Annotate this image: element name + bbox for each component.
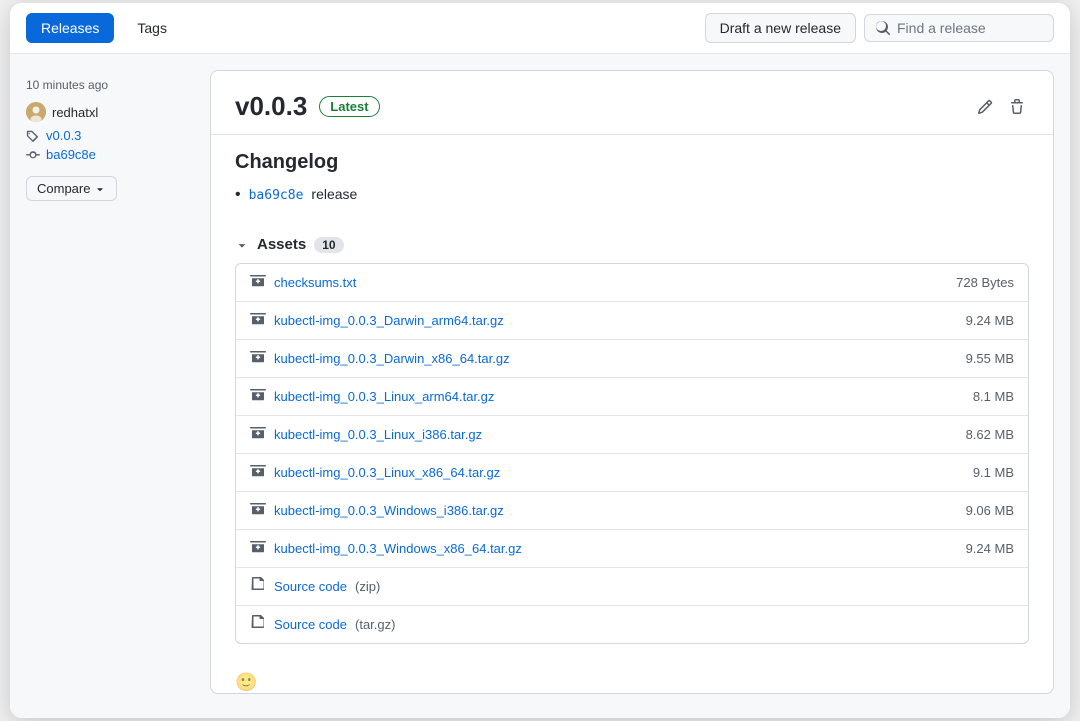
asset-row: Source code (zip) (236, 568, 1028, 606)
main-content: v0.0.3 Latest (210, 54, 1070, 718)
changelog-commit-link[interactable]: ba69c8e (249, 188, 304, 203)
asset-row: kubectl-img_0.0.3_Linux_x86_64.tar.gz 9.… (236, 454, 1028, 492)
trash-icon (1009, 99, 1025, 115)
sidebar-tag-link[interactable]: v0.0.3 (46, 128, 81, 143)
assets-count: 10 (314, 237, 343, 253)
tab-releases[interactable]: Releases (26, 13, 114, 43)
asset-row: kubectl-img_0.0.3_Linux_arm64.tar.gz 8.1… (236, 378, 1028, 416)
release-actions (973, 95, 1029, 119)
archive-icon (250, 424, 266, 445)
search-bar (864, 14, 1054, 42)
asset-name-link[interactable]: checksums.txt (274, 275, 356, 290)
search-input[interactable] (897, 20, 1043, 36)
asset-name-link[interactable]: Source code (274, 579, 347, 594)
asset-name-link[interactable]: kubectl-img_0.0.3_Windows_i386.tar.gz (274, 503, 504, 518)
asset-left: checksums.txt (250, 272, 356, 293)
archive-icon (250, 348, 266, 369)
pencil-icon (977, 99, 993, 115)
asset-left: kubectl-img_0.0.3_Darwin_arm64.tar.gz (250, 310, 504, 331)
asset-size: 9.06 MB (966, 503, 1014, 518)
asset-row: Source code (tar.gz) (236, 606, 1028, 643)
edit-release-button[interactable] (973, 95, 997, 119)
asset-size: 9.55 MB (966, 351, 1014, 366)
release-time: 10 minutes ago (26, 78, 194, 92)
release-card: v0.0.3 Latest (210, 70, 1054, 694)
release-header: v0.0.3 Latest (211, 71, 1053, 135)
archive-icon (250, 500, 266, 521)
app-window: Releases Tags Draft a new release 10 min… (10, 3, 1070, 718)
assets-section: Assets 10 checksums.txt 728 Bytes kubect… (211, 224, 1053, 664)
author-row: redhatxl (26, 102, 194, 122)
asset-name-link[interactable]: kubectl-img_0.0.3_Linux_i386.tar.gz (274, 427, 482, 442)
asset-left: kubectl-img_0.0.3_Darwin_x86_64.tar.gz (250, 348, 510, 369)
latest-badge: Latest (319, 96, 379, 117)
compare-button[interactable]: Compare (26, 176, 117, 201)
tab-bar: Releases Tags Draft a new release (10, 3, 1070, 54)
asset-left: kubectl-img_0.0.3_Linux_x86_64.tar.gz (250, 462, 500, 483)
asset-row: kubectl-img_0.0.3_Windows_i386.tar.gz 9.… (236, 492, 1028, 530)
tag-row: v0.0.3 (26, 128, 194, 143)
delete-release-button[interactable] (1005, 95, 1029, 119)
asset-extra: (zip) (355, 579, 380, 594)
release-title-row: v0.0.3 Latest (235, 91, 380, 122)
asset-name-link[interactable]: kubectl-img_0.0.3_Windows_x86_64.tar.gz (274, 541, 522, 556)
archive-icon (250, 538, 266, 559)
asset-row: checksums.txt 728 Bytes (236, 264, 1028, 302)
sidebar-commit-link[interactable]: ba69c8e (46, 147, 96, 162)
tag-icon (26, 129, 40, 143)
asset-left: kubectl-img_0.0.3_Linux_arm64.tar.gz (250, 386, 494, 407)
asset-size: 9.1 MB (973, 465, 1014, 480)
release-version: v0.0.3 (235, 91, 307, 122)
source-icon (250, 614, 266, 635)
asset-row: kubectl-img_0.0.3_Darwin_x86_64.tar.gz 9… (236, 340, 1028, 378)
asset-name-link[interactable]: Source code (274, 617, 347, 632)
asset-size: 9.24 MB (966, 541, 1014, 556)
assets-label: Assets (257, 236, 306, 253)
commit-row: ba69c8e (26, 147, 194, 162)
asset-name-link[interactable]: kubectl-img_0.0.3_Darwin_x86_64.tar.gz (274, 351, 510, 366)
emoji-reaction-button[interactable]: 🙂 (211, 664, 281, 693)
asset-size: 9.24 MB (966, 313, 1014, 328)
assets-header[interactable]: Assets 10 (235, 224, 1029, 263)
body: 10 minutes ago redhatxl v0.0.3 (10, 54, 1070, 718)
tab-tags[interactable]: Tags (122, 13, 182, 43)
asset-left: Source code (zip) (250, 576, 380, 597)
changelog-title: Changelog (235, 151, 1029, 174)
triangle-down-icon (235, 238, 249, 252)
draft-release-button[interactable]: Draft a new release (705, 13, 856, 43)
archive-icon (250, 272, 266, 293)
asset-size: 728 Bytes (956, 275, 1014, 290)
changelog-item: ba69c8e release (235, 186, 1029, 204)
changelog-section: Changelog ba69c8e release (211, 135, 1053, 224)
asset-left: kubectl-img_0.0.3_Linux_i386.tar.gz (250, 424, 482, 445)
asset-row: kubectl-img_0.0.3_Linux_i386.tar.gz 8.62… (236, 416, 1028, 454)
asset-row: kubectl-img_0.0.3_Windows_x86_64.tar.gz … (236, 530, 1028, 568)
changelog-item-text: release (311, 186, 357, 202)
asset-left: Source code (tar.gz) (250, 614, 395, 635)
search-icon (875, 20, 891, 36)
asset-name-link[interactable]: kubectl-img_0.0.3_Linux_arm64.tar.gz (274, 389, 494, 404)
archive-icon (250, 386, 266, 407)
asset-size: 8.62 MB (966, 427, 1014, 442)
compare-label: Compare (37, 181, 90, 196)
asset-name-link[interactable]: kubectl-img_0.0.3_Linux_x86_64.tar.gz (274, 465, 500, 480)
asset-size: 8.1 MB (973, 389, 1014, 404)
author-username: redhatxl (52, 105, 98, 120)
asset-left: kubectl-img_0.0.3_Windows_i386.tar.gz (250, 500, 504, 521)
archive-icon (250, 462, 266, 483)
commit-icon (26, 148, 40, 162)
avatar (26, 102, 46, 122)
asset-left: kubectl-img_0.0.3_Windows_x86_64.tar.gz (250, 538, 522, 559)
sidebar: 10 minutes ago redhatxl v0.0.3 (10, 54, 210, 718)
asset-extra: (tar.gz) (355, 617, 395, 632)
chevron-down-icon (94, 183, 106, 195)
assets-list: checksums.txt 728 Bytes kubectl-img_0.0.… (235, 263, 1029, 644)
archive-icon (250, 310, 266, 331)
asset-row: kubectl-img_0.0.3_Darwin_arm64.tar.gz 9.… (236, 302, 1028, 340)
source-icon (250, 576, 266, 597)
asset-name-link[interactable]: kubectl-img_0.0.3_Darwin_arm64.tar.gz (274, 313, 504, 328)
